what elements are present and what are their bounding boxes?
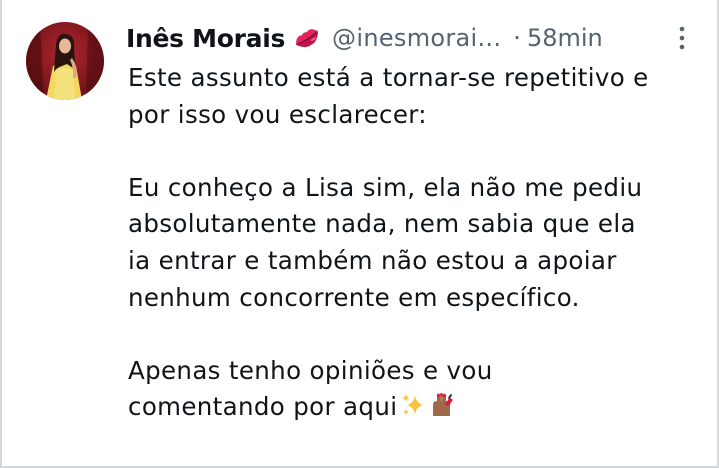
tweet-text-last-line: comentando por aqui: [128, 389, 708, 426]
tweet-text-line: nenhum concorrente em específico.: [128, 282, 580, 312]
avatar[interactable]: [26, 22, 104, 100]
tweet-text-line: Apenas tenho opiniões e vou: [128, 355, 493, 385]
separator-dot: ·: [513, 24, 521, 52]
tweet-text-line: por isso vou esclarecer:: [128, 99, 427, 129]
tweet-text-line: Este assunto está a tornar-se repetitivo…: [128, 63, 649, 92]
tweet-header: Inês Morais @inesmorai... · 58min: [126, 18, 706, 58]
tweet-text-line: comentando por aqui: [128, 392, 398, 422]
nail-polish-icon: [429, 392, 455, 418]
avatar-image: [26, 22, 104, 100]
author-name[interactable]: Inês Morais: [126, 24, 285, 53]
tweet-text-line: ia entrar e também não estou a apoiar: [128, 245, 617, 275]
lips-icon: [292, 23, 322, 53]
more-options-icon[interactable]: [672, 22, 692, 54]
tweet-text-line: Eu conheço a Lisa sim, ela não me pediu: [128, 172, 643, 202]
sparkles-icon: [400, 392, 426, 418]
timestamp[interactable]: 58min: [527, 24, 603, 52]
tweet-text-line: absolutamente nada, nem sabia que ela: [128, 209, 636, 239]
tweet-text: Este assunto está a tornar-se repetitivo…: [128, 60, 708, 426]
author-handle[interactable]: @inesmorai...: [332, 24, 501, 52]
tweet-card[interactable]: Inês Morais @inesmorai... · 58min Este a…: [0, 0, 719, 468]
